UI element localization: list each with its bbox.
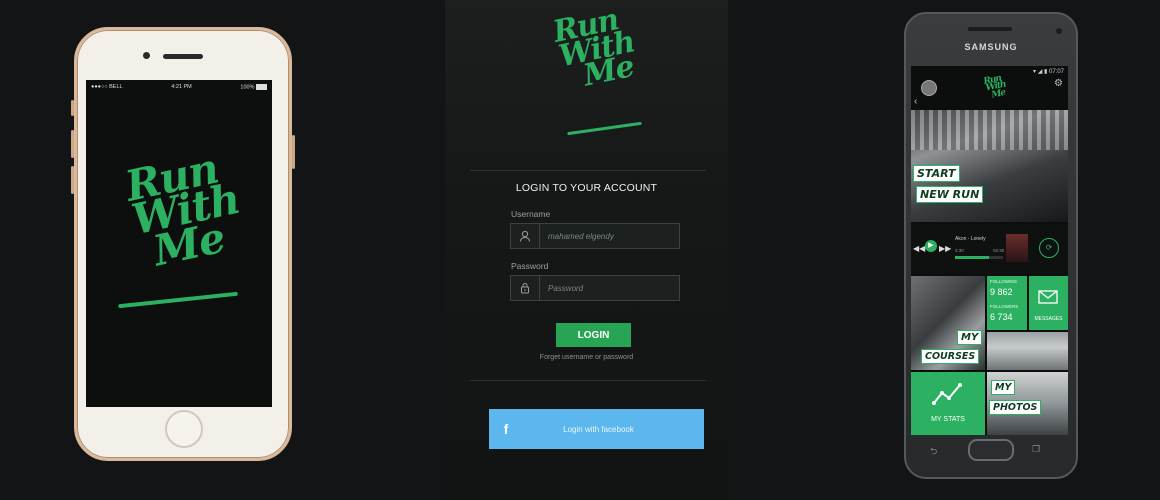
password-field[interactable]	[510, 275, 680, 301]
line-chart-icon	[932, 383, 962, 405]
front-camera	[1056, 28, 1062, 34]
password-label: Password	[511, 261, 549, 271]
start-label: START	[913, 165, 960, 182]
user-icon	[511, 224, 540, 248]
avatar[interactable]	[921, 80, 937, 96]
following-label: FOLLOWING	[990, 279, 1018, 284]
password-input[interactable]	[540, 282, 670, 294]
facebook-icon: f	[503, 421, 509, 437]
my-label: MY	[991, 380, 1016, 395]
run-with-me-logo: Run With Me	[982, 73, 1007, 101]
volume-up-button	[71, 130, 74, 158]
login-button[interactable]: LOGIN	[556, 323, 631, 347]
android-status-bar: ▾ ◢ ▮ 07:07	[1033, 69, 1064, 75]
facebook-login-button[interactable]: f Login with facebook	[489, 409, 704, 449]
follow-stats-tile[interactable]: FOLLOWING 9 862 FOLLOWERS 6 734	[987, 276, 1027, 330]
shuffle-icon[interactable]: ⟳	[1039, 238, 1059, 258]
progress-fill	[955, 256, 989, 259]
clock-label: 4:21 PM	[171, 84, 192, 90]
back-icon[interactable]: ‹	[914, 96, 917, 107]
samsung-brand: SAMSUNG	[964, 42, 1018, 52]
next-icon[interactable]: ▶▶	[939, 244, 951, 253]
lock-icon	[511, 276, 540, 300]
recent-apps-icon: ❐	[1032, 444, 1041, 454]
run-with-me-logo: Run With Me	[121, 143, 244, 276]
bottom-divider	[470, 380, 706, 381]
forgot-password-link[interactable]: Forget username or password	[445, 354, 728, 361]
battery-label: 100%	[240, 83, 267, 90]
progress-track[interactable]	[955, 256, 1003, 259]
ceiling-lights-photo	[911, 110, 1068, 150]
samsung-screen: ▾ ◢ ▮ 07:07 ‹ Run With Me ⚙ START NEW RU…	[911, 66, 1068, 435]
gear-icon[interactable]: ⚙	[1054, 78, 1063, 89]
username-label: Username	[511, 209, 551, 219]
total-time: 02:30	[993, 248, 1005, 253]
earpiece-speaker	[163, 54, 203, 59]
mail-icon	[1038, 290, 1058, 304]
elapsed-time: 2:30	[955, 248, 964, 253]
carrier-label: ●●●○○ BELL	[91, 84, 123, 90]
messages-tile[interactable]: MESSAGES	[1029, 276, 1068, 330]
login-title: LOGIN TO YOUR ACCOUNT	[515, 182, 658, 194]
photos-label: PHOTOS	[989, 400, 1042, 415]
my-courses-tile[interactable]: MY COURSES	[911, 276, 985, 370]
status-bar: ●●●○○ BELL 4:21 PM 100%	[86, 80, 272, 94]
music-player: ◀◀ ▶ ▶▶ Akon - Lonely 2:30 02:30 ⟳	[911, 224, 1068, 274]
my-stats-tile[interactable]: MY STATS	[911, 372, 985, 435]
home-button	[968, 439, 1014, 461]
back-key-icon: ⮌	[930, 446, 938, 456]
start-new-run-tile[interactable]: START NEW RUN	[911, 110, 1068, 222]
volume-down-button	[71, 166, 74, 194]
play-icon[interactable]: ▶	[925, 240, 937, 252]
track-title: Akon - Lonely	[955, 236, 986, 242]
battery-icon	[256, 83, 267, 90]
landscape-photo	[987, 332, 1068, 370]
top-divider	[470, 170, 706, 171]
mute-switch	[71, 100, 74, 116]
username-field[interactable]	[510, 223, 680, 249]
username-input[interactable]	[540, 230, 670, 242]
logo-underline	[118, 291, 238, 309]
messages-label: MESSAGES	[1034, 316, 1063, 322]
previous-icon[interactable]: ◀◀	[913, 244, 925, 253]
logo-underline	[567, 121, 642, 136]
samsung-mockup: SAMSUNG ▾ ◢ ▮ 07:07 ‹ Run With Me ⚙ STAR…	[904, 12, 1078, 479]
following-value: 9 862	[990, 287, 1013, 297]
my-photos-tile[interactable]: MY PHOTOS	[987, 372, 1068, 435]
home-button	[165, 410, 203, 448]
front-camera	[143, 52, 150, 59]
run-with-me-logo: Run With Me	[550, 2, 638, 94]
facebook-login-label: Login with facebook	[563, 424, 634, 434]
album-art	[1006, 234, 1028, 262]
my-label: MY	[957, 330, 983, 345]
my-stats-label: MY STATS	[931, 416, 965, 423]
login-screen: Run With Me LOGIN TO YOUR ACCOUNT Userna…	[445, 0, 728, 500]
iphone-screen: ●●●○○ BELL 4:21 PM 100% Run With Me	[86, 80, 272, 407]
power-button	[292, 135, 295, 169]
followers-value: 6 734	[990, 312, 1013, 322]
new-run-label: NEW RUN	[916, 186, 984, 203]
courses-label: COURSES	[921, 349, 980, 364]
followers-label: FOLLOWERS	[990, 304, 1019, 309]
iphone-mockup: ●●●○○ BELL 4:21 PM 100% Run With Me	[71, 27, 295, 461]
earpiece-speaker	[968, 27, 1012, 31]
